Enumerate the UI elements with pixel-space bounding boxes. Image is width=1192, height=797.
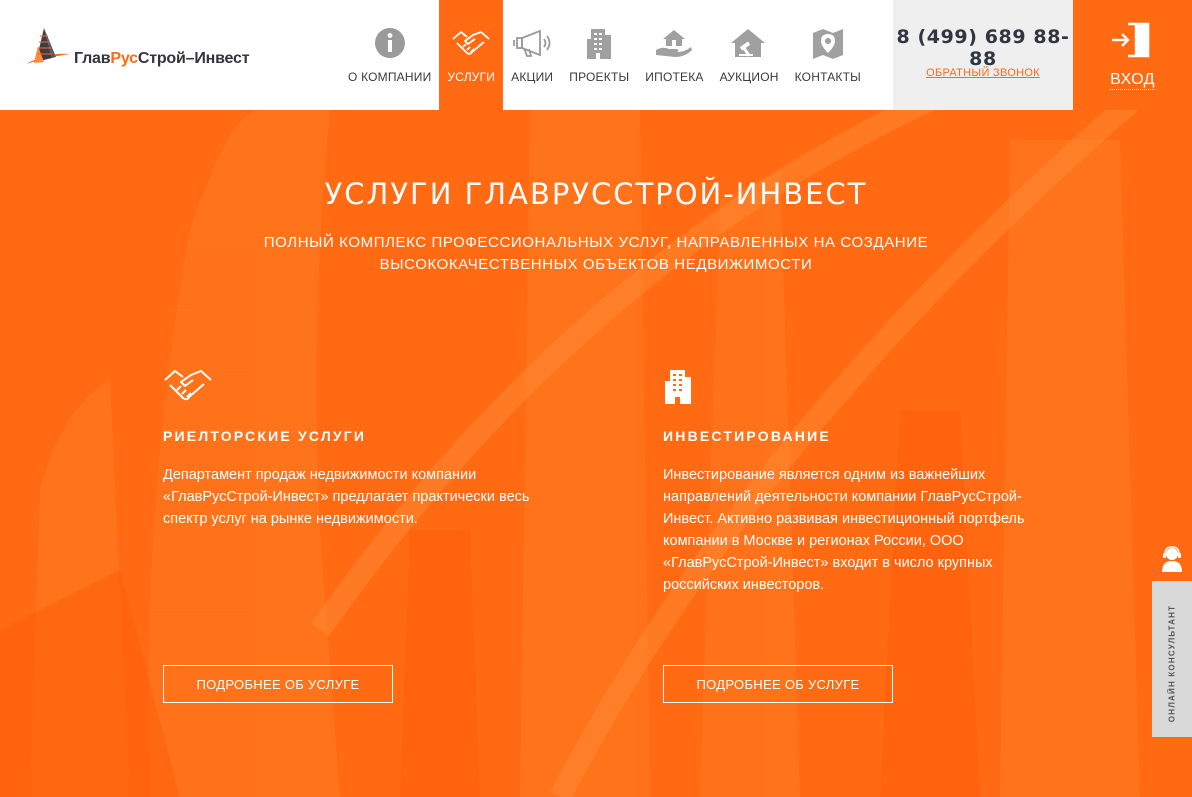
handshake-icon: [451, 26, 491, 60]
handshake-icon: [163, 368, 563, 408]
services-hero: УСЛУГИ ГЛАВРУССТРОЙ-ИНВЕСТ Полный компле…: [0, 110, 1192, 797]
phone-number[interactable]: 8 (499) 689 88-88: [893, 26, 1073, 70]
house-gavel-icon: [731, 26, 767, 60]
consultant-strip: Онлайн консультант: [1152, 581, 1192, 737]
service-description: Департамент продаж недвижимости компании…: [163, 467, 530, 527]
service-title: Риелторские услуги: [163, 428, 367, 444]
brand-logo[interactable]: ГлавРусСтрой–Инвест: [22, 24, 272, 70]
nav-item-auction[interactable]: Аукцион: [712, 0, 787, 110]
callback-link[interactable]: Обратный звонок: [893, 67, 1073, 79]
nav-label: О компании: [348, 70, 432, 84]
service-title: Инвестирование: [663, 428, 831, 444]
consultant-icon-box: [1152, 537, 1192, 581]
nav-item-about[interactable]: О компании: [340, 0, 439, 110]
service-details-button[interactable]: ПОДРОБНЕЕ ОБ УСЛУГЕ: [163, 665, 393, 703]
main-nav: О компании Услуги Акции: [340, 0, 869, 110]
building-icon: [663, 368, 1063, 408]
nav-item-mortgage[interactable]: Ипотека: [637, 0, 711, 110]
nav-item-contacts[interactable]: Контакты: [787, 0, 869, 110]
building-icon: [585, 26, 613, 60]
nav-label: Аукцион: [719, 70, 779, 84]
page-title: УСЛУГИ ГЛАВРУССТРОЙ-ИНВЕСТ: [324, 177, 868, 211]
service-description: Инвестирование является одним из важнейш…: [663, 467, 1025, 593]
nav-item-projects[interactable]: Проекты: [561, 0, 637, 110]
service-card-investment: Инвестирование Инвестирование является о…: [663, 368, 1063, 596]
nav-item-services[interactable]: Услуги: [439, 0, 504, 110]
map-pin-icon: [811, 26, 845, 60]
consultant-label: Онлайн консультант: [1167, 604, 1177, 723]
nav-label: Акции: [511, 70, 554, 84]
nav-label: Услуги: [447, 70, 496, 84]
page-subtitle: Полный комплекс профессиональных услуг, …: [263, 234, 929, 273]
service-details-button[interactable]: ПОДРОБНЕЕ ОБ УСЛУГЕ: [663, 665, 893, 703]
service-card-realty: Риелторские услуги Департамент продаж не…: [163, 368, 563, 530]
online-consultant-tab[interactable]: Онлайн консультант: [1152, 537, 1192, 737]
login-button[interactable]: ВХОД: [1073, 0, 1192, 110]
nav-item-promotions[interactable]: Акции: [503, 0, 561, 110]
megaphone-icon: [512, 26, 552, 60]
logo-building-icon: [26, 28, 70, 64]
nav-label: Ипотека: [645, 70, 704, 84]
nav-label: Контакты: [794, 70, 861, 84]
login-label: ВХОД: [1110, 71, 1155, 90]
brand-name: ГлавРусСтрой–Инвест: [74, 50, 250, 67]
contact-box: 8 (499) 689 88-88 Обратный звонок: [893, 0, 1073, 110]
consultant-icon: [1162, 546, 1182, 572]
info-icon: [373, 26, 407, 60]
nav-label: Проекты: [569, 70, 630, 84]
door-exit-icon: [1112, 22, 1150, 58]
hand-house-icon: [655, 26, 693, 60]
site-header: ГлавРусСтрой–Инвест О компании Услуги: [0, 0, 1192, 110]
